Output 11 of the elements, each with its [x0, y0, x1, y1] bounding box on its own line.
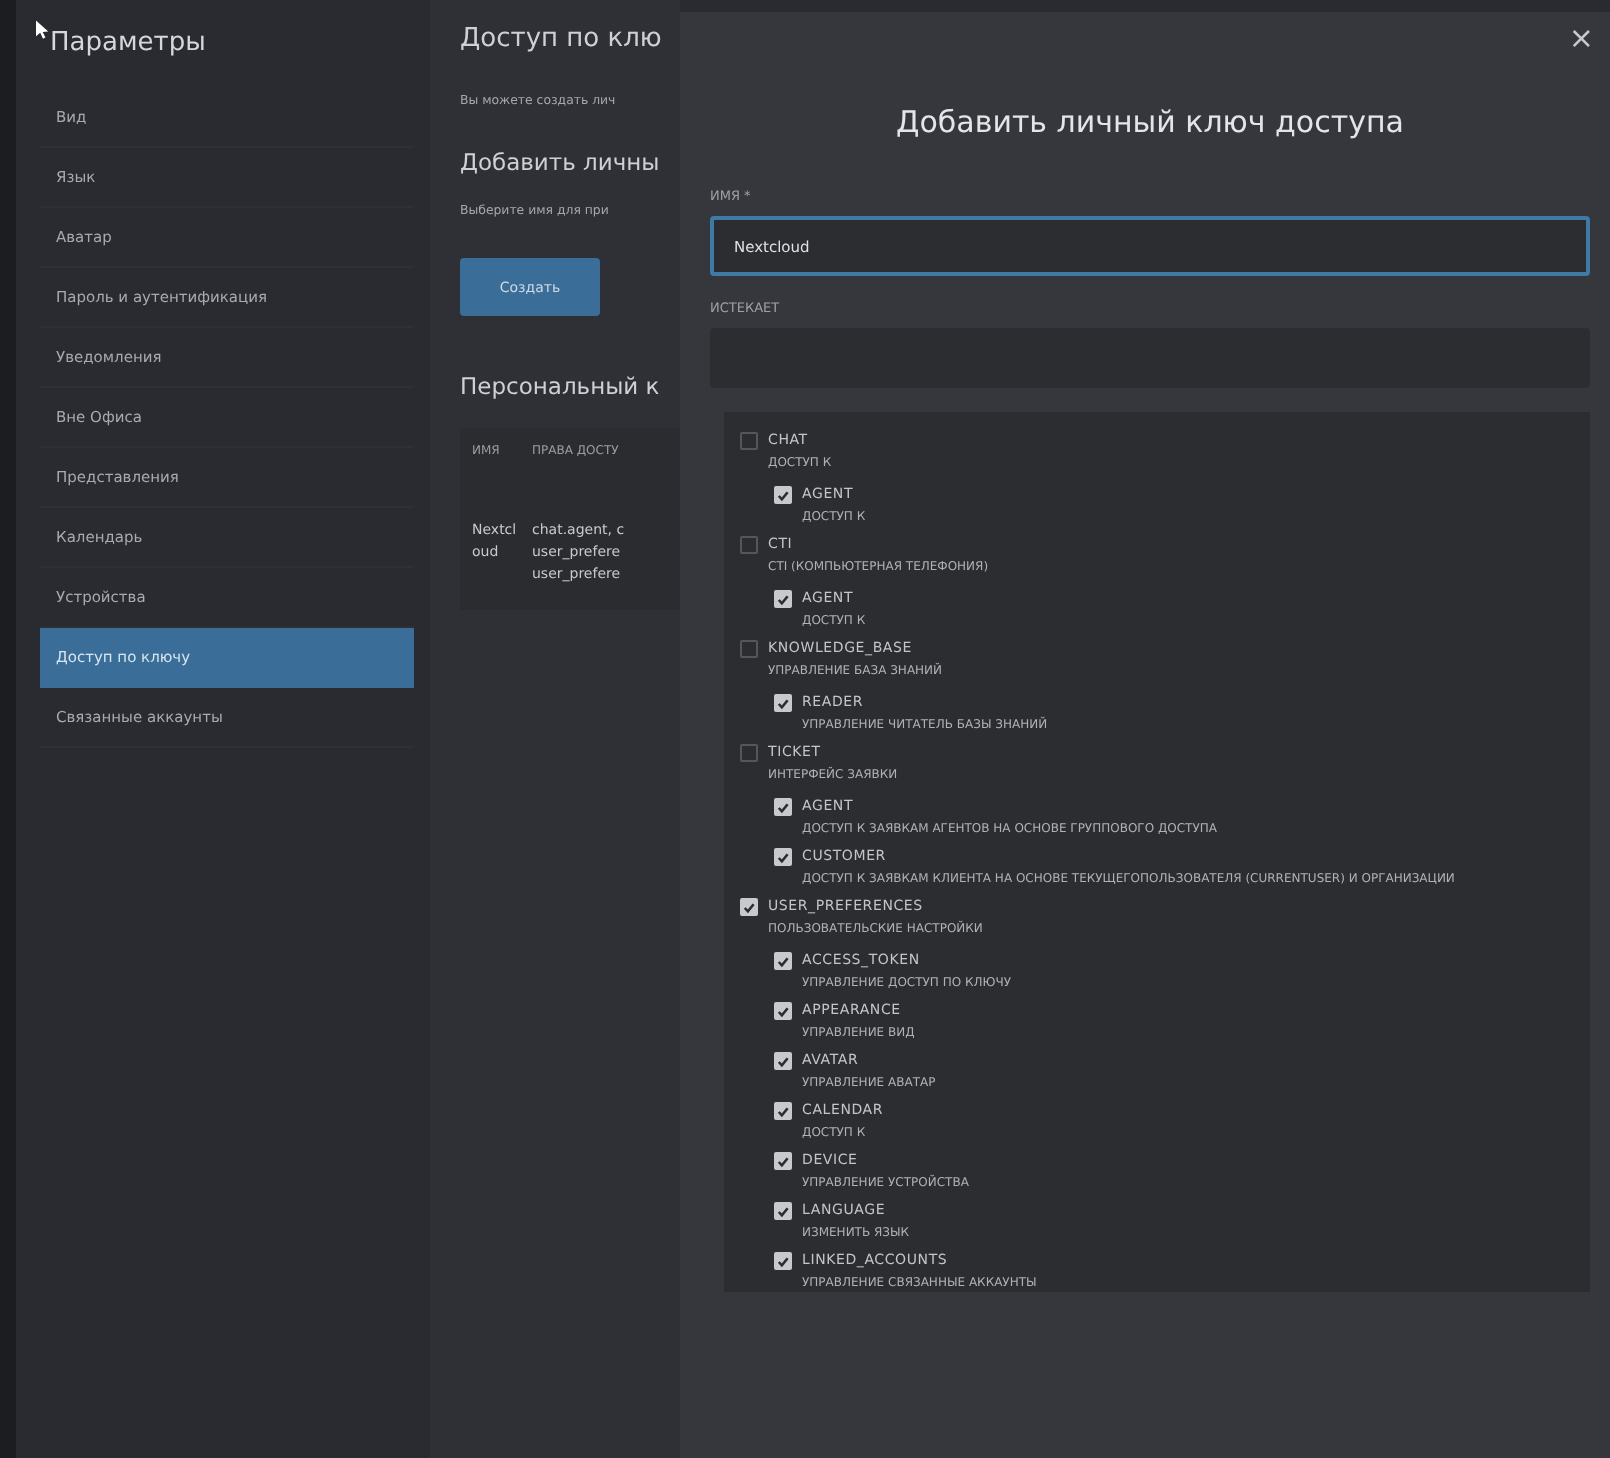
- section-heading: Добавить личны: [460, 148, 662, 176]
- checkbox[interactable]: [740, 640, 758, 658]
- sidebar-title: Параметры: [50, 28, 206, 58]
- checkbox[interactable]: [740, 432, 758, 450]
- page-title: Доступ по клю: [460, 24, 664, 54]
- mouse-pointer-icon: [36, 20, 50, 40]
- modal-title: Добавить личный ключ доступа: [894, 104, 1406, 140]
- checkbox[interactable]: [740, 744, 758, 762]
- checkbox[interactable]: [740, 536, 758, 554]
- section-heading: Персональный к: [460, 372, 662, 400]
- close-button[interactable]: ×: [1560, 20, 1602, 56]
